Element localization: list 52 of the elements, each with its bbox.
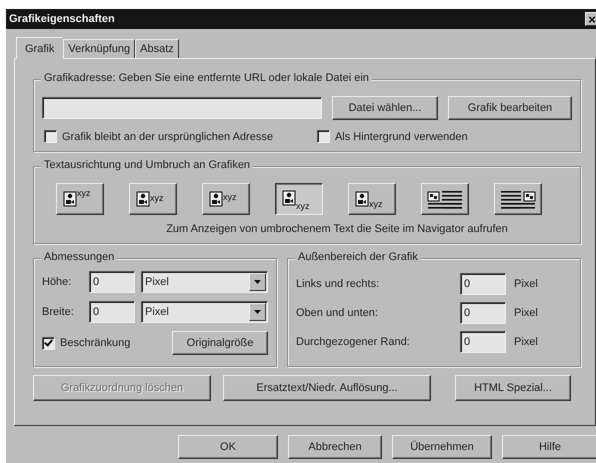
alignment-button[interactable] (494, 183, 542, 215)
alignment-button[interactable]: xyz (129, 183, 177, 215)
group-legend: Textausrichtung und Umbruch an Grafiken (41, 159, 254, 171)
unit-label: Pixel (514, 336, 538, 348)
field-label: Höhe: (42, 276, 72, 288)
dropdown-arrow-icon (254, 310, 261, 314)
checkbox-label: Als Hintergrund verwenden (334, 130, 468, 142)
unit-label: Pixel (514, 278, 538, 290)
html-button[interactable]: HTML Spezial... (455, 375, 571, 401)
spacing-field[interactable]: 0 (460, 331, 506, 353)
unit-dropdown[interactable]: Pixel (141, 271, 268, 293)
dropdown-arrow-icon (254, 280, 261, 284)
checkbox[interactable] (44, 130, 57, 143)
group-legend: Grafikadresse: Geben Sie eine entfernte URL oder lokale Datei ein (41, 72, 372, 84)
alignment-button[interactable]: xyz (202, 183, 250, 215)
tab[interactable]: Grafik (16, 37, 64, 59)
window-title: Grafikeigenschaften (9, 13, 115, 25)
alignment-button[interactable]: xyz (275, 183, 323, 215)
size-field[interactable]: 0 (89, 271, 135, 293)
tab[interactable]: Absatz (135, 39, 179, 58)
spacing-field[interactable]: 0 (460, 302, 506, 324)
address-field[interactable] (42, 97, 322, 119)
spacing-field[interactable]: 0 (460, 273, 506, 295)
checkbox-label: Grafik bleibt an der ursprünglichen Adresse (62, 130, 273, 142)
size-field[interactable]: 0 (89, 301, 135, 323)
alignment-button[interactable]: xyz (348, 183, 396, 215)
dropdown-value: Pixel (145, 306, 169, 318)
unit-dropdown[interactable]: Pixel (141, 301, 268, 323)
browse-button[interactable]: Datei wählen... (332, 96, 438, 120)
alignment-button[interactable]: xyz (56, 183, 104, 215)
field-label: Links und rechts: (296, 278, 380, 290)
apply-button[interactable]: Übernehmen (392, 435, 492, 459)
unit-label: Pixel (514, 307, 538, 319)
alignment-button[interactable] (421, 183, 469, 215)
cancel-button[interactable]: Abbrechen (288, 435, 382, 459)
checkbox[interactable] (316, 130, 330, 143)
ok-button[interactable]: OK (178, 435, 278, 459)
tab[interactable]: Verknüpfung (63, 39, 136, 58)
checkbox[interactable] (42, 336, 55, 350)
hint-text: Zum Anzeigen von umbrochenem Text die Seite im Navigator aufrufen (165, 223, 509, 235)
checkbox-label: Beschränkung (60, 337, 130, 349)
edit-button[interactable]: Grafik bearbeiten (448, 96, 572, 120)
dropdown-value: Pixel (145, 276, 169, 288)
field-label: Breite: (42, 306, 75, 318)
group-legend: Außenbereich der Grafik (295, 251, 421, 263)
field-label: Durchgezogener Rand: (296, 336, 411, 348)
field-label: Oben und unten: (296, 307, 379, 319)
group-legend: Abmessungen (41, 251, 118, 263)
close-button[interactable]: × (585, 12, 596, 26)
help-button[interactable]: Hilfe (502, 435, 596, 459)
alt-text-button[interactable]: Ersatztext/Niedr. Auflösung... (223, 375, 431, 401)
original-size-button[interactable]: Originalgröße (172, 331, 268, 355)
